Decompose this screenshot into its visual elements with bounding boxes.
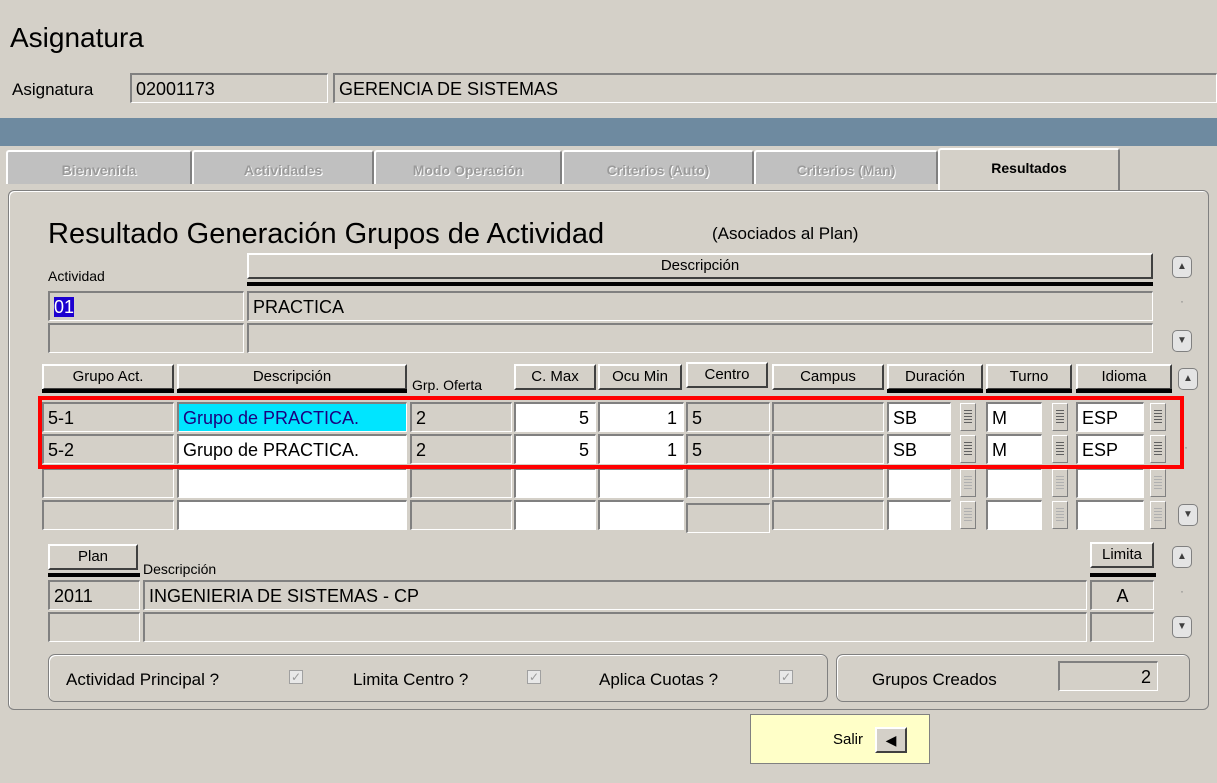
idioma-list-icon[interactable] — [1150, 501, 1166, 529]
col-turno[interactable]: Turno — [986, 364, 1072, 390]
plan-field[interactable]: 2011 — [48, 580, 140, 610]
asignatura-name-field[interactable]: GERENCIA DE SISTEMAS — [333, 73, 1217, 103]
scroll-thumb-icon[interactable]: · — [1184, 440, 1188, 454]
col-actividad-label: Actividad — [48, 268, 105, 284]
tab-modo-operacion[interactable]: Modo Operación — [374, 150, 562, 184]
scroll-up-icon[interactable]: ▲ — [1178, 368, 1198, 390]
turno-list-icon[interactable] — [1052, 501, 1068, 529]
sort-underline — [177, 389, 407, 393]
sort-underline — [986, 389, 1072, 393]
salir-label: Salir — [833, 731, 864, 748]
col-grupo-act[interactable]: Grupo Act. — [42, 364, 174, 390]
sort-underline — [887, 389, 983, 393]
grupo-act-field-empty[interactable] — [42, 468, 174, 498]
plan-limita-field[interactable]: A — [1090, 580, 1154, 610]
grupos-creados-field: 2 — [1058, 661, 1158, 691]
panel-subtitle: (Asociados al Plan) — [712, 224, 859, 243]
col-centro[interactable]: Centro — [686, 362, 768, 388]
sort-underline — [247, 282, 1153, 286]
centro-field-empty[interactable] — [686, 503, 770, 533]
back-arrow-icon: ◀ — [885, 732, 897, 748]
actividad-code-field[interactable]: 01 — [48, 291, 244, 321]
actividad-code-field-empty[interactable] — [48, 323, 244, 353]
sort-underline — [42, 389, 174, 393]
sort-underline — [1076, 389, 1172, 393]
tab-criterios-man[interactable]: Criterios (Man) — [754, 150, 938, 184]
plan-field-empty[interactable] — [48, 612, 140, 642]
sort-underline — [48, 573, 140, 577]
col-grp-oferta: Grp. Oferta — [412, 377, 483, 393]
turno-field-empty[interactable] — [986, 468, 1042, 498]
ocu-min-field-empty[interactable] — [598, 468, 684, 498]
grp-oferta-field-empty[interactable] — [410, 468, 512, 498]
campus-field-empty[interactable] — [772, 500, 884, 530]
tab-bienvenida[interactable]: Bienvenida — [6, 150, 192, 184]
scroll-thumb-icon[interactable]: · — [1180, 294, 1184, 308]
turno-list-icon[interactable] — [1052, 469, 1068, 497]
sort-underline — [1090, 573, 1156, 577]
plan-desc-field[interactable]: INGENIERIA DE SISTEMAS - CP — [143, 580, 1087, 610]
idioma-list-icon[interactable] — [1150, 469, 1166, 497]
c-max-field-empty[interactable] — [514, 500, 596, 530]
actividad-desc-field-empty[interactable] — [247, 323, 1153, 353]
toolbar-band — [0, 118, 1217, 146]
plan-limita-field-empty[interactable] — [1090, 612, 1154, 642]
idioma-field-empty[interactable] — [1076, 500, 1144, 530]
window-title: Asignatura — [10, 22, 144, 53]
panel-title: Resultado Generación Grupos de Actividad — [48, 218, 605, 250]
duracion-list-icon[interactable] — [960, 469, 976, 497]
col-plan-descripcion: Descripción — [143, 561, 217, 577]
salir-button[interactable]: ◀ — [875, 727, 907, 753]
col-descripcion-header[interactable]: Descripción — [247, 253, 1153, 279]
col-plan[interactable]: Plan — [48, 544, 138, 570]
tab-actividades[interactable]: Actividades — [192, 150, 374, 184]
tab-resultados[interactable]: Resultados — [938, 148, 1120, 190]
idioma-field-empty[interactable] — [1076, 468, 1144, 498]
col-ocu-min[interactable]: Ocu Min — [598, 364, 682, 390]
col-campus[interactable]: Campus — [772, 364, 884, 390]
scroll-thumb-icon[interactable]: · — [1180, 584, 1184, 598]
annotation-highlight-box — [38, 396, 1184, 469]
scroll-down-icon[interactable]: ▼ — [1172, 330, 1192, 352]
col-duracion[interactable]: Duración — [887, 364, 983, 390]
grp-oferta-field-empty[interactable] — [410, 500, 512, 530]
col-idioma[interactable]: Idioma — [1076, 364, 1172, 390]
aplica-cuotas-label: Aplica Cuotas ? — [599, 670, 719, 689]
duracion-field-empty[interactable] — [887, 500, 951, 530]
ocu-min-field-empty[interactable] — [598, 500, 684, 530]
tab-criterios-auto[interactable]: Criterios (Auto) — [562, 150, 754, 184]
limita-centro-label: Limita Centro ? — [353, 670, 469, 689]
asignatura-code-field[interactable]: 02001173 — [130, 73, 328, 103]
aplica-cuotas-checkbox[interactable]: ✓ — [779, 670, 793, 684]
actividad-code-value: 01 — [54, 297, 75, 317]
scroll-down-icon[interactable]: ▼ — [1178, 504, 1198, 526]
asignatura-label: Asignatura — [12, 80, 94, 99]
campus-field-empty[interactable] — [772, 468, 884, 498]
centro-field-empty[interactable] — [686, 468, 770, 498]
col-limita[interactable]: Limita — [1090, 542, 1154, 568]
grupo-act-field-empty[interactable] — [42, 500, 174, 530]
actividad-principal-label: Actividad Principal ? — [66, 670, 220, 689]
c-max-field-empty[interactable] — [514, 468, 596, 498]
scroll-up-icon[interactable]: ▲ — [1172, 546, 1192, 568]
col-c-max[interactable]: C. Max — [514, 364, 596, 390]
duracion-field-empty[interactable] — [887, 468, 951, 498]
grupo-desc-field-empty[interactable] — [177, 500, 407, 530]
scroll-down-icon[interactable]: ▼ — [1172, 616, 1192, 638]
plan-desc-field-empty[interactable] — [143, 612, 1087, 642]
actividad-desc-field[interactable]: PRACTICA — [247, 291, 1153, 321]
grupos-creados-label: Grupos Creados — [872, 670, 997, 689]
actividad-principal-checkbox[interactable]: ✓ — [289, 670, 303, 684]
col-grupo-descripcion[interactable]: Descripción — [177, 364, 407, 390]
grupo-desc-field-empty[interactable] — [177, 468, 407, 498]
turno-field-empty[interactable] — [986, 500, 1042, 530]
duracion-list-icon[interactable] — [960, 501, 976, 529]
limita-centro-checkbox[interactable]: ✓ — [527, 670, 541, 684]
scroll-up-icon[interactable]: ▲ — [1172, 256, 1192, 278]
exit-panel: Salir ◀ — [750, 714, 930, 764]
